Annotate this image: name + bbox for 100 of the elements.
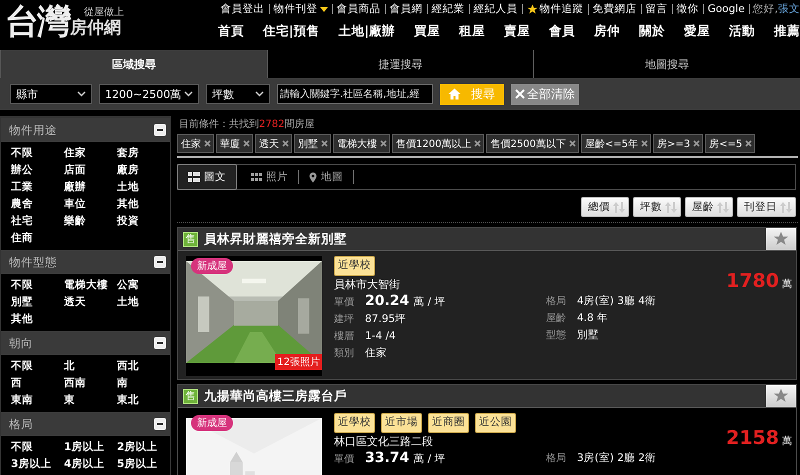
user-name-link[interactable]: 張文: [778, 2, 800, 16]
listing-body[interactable]: 新成屋 12張照片 近學校 員林市大智街 單價 20.24 萬 / 坪 建坪 87.95坪 樓層 1-4 /4 類別 住家 格局 4房(室) 3廳 4衛 屋齡 4.8 年 型態 別墅 1780 萬: [178, 251, 796, 379]
filter-section-header[interactable]: 朝向: [1, 331, 170, 355]
filter-option[interactable]: 透天: [64, 294, 117, 311]
filter-option[interactable]: 土地: [117, 179, 170, 196]
filter-tag[interactable]: 售價1200萬以上: [392, 134, 484, 153]
filter-option[interactable]: 別墅: [11, 294, 64, 311]
filter-option[interactable]: 其他: [117, 196, 170, 213]
filter-option[interactable]: 住商: [11, 230, 64, 247]
filter-option[interactable]: 投資: [117, 213, 170, 230]
search-tab[interactable]: 地圖搜尋: [533, 50, 800, 78]
nav-link[interactable]: 活動: [710, 22, 755, 40]
filter-tag[interactable]: 住家: [177, 134, 214, 153]
filter-section-header[interactable]: 物件用途: [1, 118, 170, 142]
filter-option[interactable]: 南: [117, 375, 170, 392]
filter-option[interactable]: 不限: [11, 439, 64, 456]
filter-option[interactable]: 店面: [64, 162, 117, 179]
listing-title[interactable]: 九揚華尚高樓三房露台戶: [204, 388, 760, 404]
filter-tag[interactable]: 透天: [255, 134, 292, 153]
field-value: 3房(室) 2廳 2衛: [577, 451, 656, 466]
new-build-badge: 新成屋: [191, 258, 233, 274]
nav-link[interactable]: 首頁: [198, 22, 244, 40]
filter-option[interactable]: 工業: [11, 179, 64, 196]
view-tab[interactable]: 圖文: [177, 164, 237, 190]
filter-option[interactable]: 辦公: [11, 162, 64, 179]
top-link[interactable]: 會員網: [386, 4, 428, 14]
sort-button[interactable]: 總價: [581, 197, 629, 217]
filter-tag[interactable]: 電梯大樓: [333, 134, 390, 153]
top-link[interactable]: 免費網店: [588, 4, 642, 14]
nav-link[interactable]: 住宅|預售: [244, 22, 320, 40]
greeting-text: 您好,: [752, 2, 778, 16]
filter-option[interactable]: 西: [11, 375, 64, 392]
top-link[interactable]: 物件追蹤: [522, 4, 589, 14]
filter-option[interactable]: 農舍: [11, 196, 64, 213]
top-link[interactable]: 會員商品: [332, 4, 386, 14]
filter-option[interactable]: 1房以上: [64, 439, 117, 456]
nav-link[interactable]: 愛屋: [665, 22, 710, 40]
filter-option[interactable]: 北: [64, 358, 117, 375]
filter-option[interactable]: 住家: [64, 145, 117, 162]
filter-option[interactable]: 西北: [117, 358, 170, 375]
sort-button[interactable]: 坪數: [633, 197, 681, 217]
top-link[interactable]: 會員登出: [216, 4, 270, 14]
search-tab[interactable]: 捷運搜尋: [266, 50, 534, 78]
filter-option[interactable]: 套房: [117, 145, 170, 162]
filter-tag[interactable]: 售價2500萬以下: [486, 134, 579, 153]
sort-button[interactable]: 屋齡: [685, 197, 733, 217]
filter-option[interactable]: 公寓: [117, 277, 170, 294]
filter-option[interactable]: 電梯大樓: [64, 277, 117, 294]
filter-option[interactable]: 西南: [64, 375, 117, 392]
sort-button[interactable]: 刊登日: [737, 197, 796, 217]
nav-link[interactable]: 房仲: [575, 22, 620, 40]
filter-option[interactable]: 車位: [64, 196, 117, 213]
keyword-field[interactable]: 請輸入關鍵字.社區名稱,地址,經: [277, 84, 433, 104]
nav-link[interactable]: 土地|廠辦: [319, 22, 395, 40]
top-link[interactable]: Google: [704, 4, 750, 14]
top-link[interactable]: 經紀人員: [470, 4, 523, 14]
filter-option[interactable]: 樂齡: [64, 213, 117, 230]
filter-option[interactable]: 廠辦: [64, 179, 117, 196]
filter-option[interactable]: 廠房: [117, 162, 170, 179]
filter-option[interactable]: 2房以上: [117, 439, 170, 456]
unit-price-unit: 萬 / 坪: [413, 295, 446, 310]
filter-tag[interactable]: 別墅: [294, 134, 331, 153]
filter-option[interactable]: 4房以上: [64, 456, 117, 473]
filter-section-header[interactable]: 格局: [1, 412, 170, 436]
field-label: 型態: [546, 328, 567, 343]
dropdown[interactable]: 坪數: [206, 84, 270, 104]
filter-option[interactable]: 東北: [117, 392, 170, 409]
filter-option[interactable]: 其他: [11, 311, 64, 328]
top-link[interactable]: 徵你: [672, 4, 704, 14]
clear-all-button[interactable]: 全部清除: [511, 84, 579, 104]
filter-tag[interactable]: 華廈: [216, 134, 253, 153]
filter-option[interactable]: 3房以上: [11, 456, 64, 473]
nav-link[interactable]: 租屋: [440, 22, 485, 40]
top-link[interactable]: 經紀業: [428, 4, 470, 14]
filter-option[interactable]: 不限: [11, 145, 64, 162]
filter-option[interactable]: 社宅: [11, 213, 64, 230]
nav-link[interactable]: 推薦: [755, 22, 800, 40]
dropdown[interactable]: 1200~2500萬: [99, 84, 199, 104]
view-tab[interactable]: 地圖: [299, 170, 354, 184]
filter-tag[interactable]: 屋齡<=5年: [580, 134, 652, 153]
listing-title[interactable]: 員林昇財麗禧旁全新別墅: [204, 230, 760, 248]
view-tab[interactable]: 照片: [241, 170, 299, 184]
nav-link[interactable]: 會員: [530, 22, 575, 40]
filter-option[interactable]: 東: [64, 392, 117, 409]
filter-option[interactable]: 土地: [117, 294, 170, 311]
field-label: 樓層: [334, 330, 355, 344]
filter-option[interactable]: 東南: [11, 392, 64, 409]
feature-tag: 近學校: [334, 413, 375, 433]
filter-tag[interactable]: 房<=5: [705, 134, 756, 153]
top-link[interactable]: 留言: [642, 4, 673, 14]
filter-tag[interactable]: 房>=3: [653, 134, 704, 153]
nav-link[interactable]: 關於: [620, 22, 665, 40]
filter-option[interactable]: 不限: [11, 358, 64, 375]
nav-link[interactable]: 賣屋: [485, 22, 530, 40]
dropdown[interactable]: 縣市: [10, 84, 92, 104]
filter-option[interactable]: 5房以上: [117, 456, 170, 473]
filter-section-header[interactable]: 物件型態: [1, 250, 170, 274]
filter-option[interactable]: 不限: [11, 277, 64, 294]
nav-link[interactable]: 買屋: [395, 22, 440, 40]
top-link[interactable]: 物件刊登: [270, 4, 333, 14]
